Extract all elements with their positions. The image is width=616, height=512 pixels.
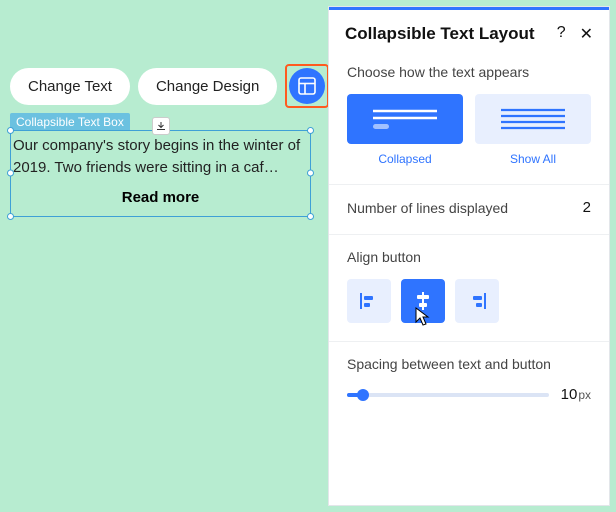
layout-button-highlight <box>285 64 329 108</box>
align-right-option[interactable] <box>455 279 499 323</box>
align-center-option[interactable] <box>401 279 445 323</box>
resize-handle[interactable] <box>7 213 14 220</box>
help-button[interactable]: ? <box>557 24 566 44</box>
element-toolbar: Change Text Change Design <box>10 64 363 108</box>
widget-body-text: Our company's story begins in the winter… <box>11 135 310 179</box>
align-left-icon <box>357 289 381 313</box>
collapsed-option[interactable] <box>347 94 463 144</box>
slider-thumb[interactable] <box>357 389 369 401</box>
resize-handle[interactable] <box>307 170 314 177</box>
read-more-button[interactable]: Read more <box>11 189 310 206</box>
change-text-button[interactable]: Change Text <box>10 68 130 105</box>
editor-canvas: Change Text Change Design Collapsible Te… <box>0 0 616 512</box>
align-left-option[interactable] <box>347 279 391 323</box>
collapsed-preview-icon <box>365 104 445 134</box>
close-button[interactable]: ✕ <box>580 24 593 44</box>
align-right-icon <box>465 289 489 313</box>
spacing-slider[interactable] <box>347 393 549 397</box>
align-label: Align button <box>347 249 591 265</box>
collapsible-text-widget[interactable]: Our company's story begins in the winter… <box>10 130 311 217</box>
collapsed-caption: Collapsed <box>347 152 463 166</box>
spacing-section: Spacing between text and button 10px <box>329 341 609 421</box>
widget-type-label: Collapsible Text Box <box>10 113 130 131</box>
appearance-section: Choose how the text appears <box>329 58 609 184</box>
download-icon[interactable] <box>152 117 170 135</box>
spacing-value[interactable]: 10px <box>561 386 591 403</box>
resize-handle[interactable] <box>307 127 314 134</box>
lines-label: Number of lines displayed <box>347 200 508 216</box>
align-section: Align button <box>329 234 609 341</box>
lines-value[interactable]: 2 <box>583 199 591 216</box>
show-all-option[interactable] <box>475 94 591 144</box>
resize-handle[interactable] <box>7 127 14 134</box>
show-all-caption: Show All <box>475 152 591 166</box>
align-center-icon <box>411 289 435 313</box>
layout-settings-panel: Collapsible Text Layout ? ✕ Choose how t… <box>328 6 610 506</box>
panel-title: Collapsible Text Layout <box>345 24 535 44</box>
spacing-label: Spacing between text and button <box>347 356 591 372</box>
panel-header: Collapsible Text Layout ? ✕ <box>329 10 609 58</box>
change-design-button[interactable]: Change Design <box>138 68 277 105</box>
resize-handle[interactable] <box>307 213 314 220</box>
layout-button[interactable] <box>289 68 325 104</box>
layout-icon <box>298 77 316 95</box>
appearance-label: Choose how the text appears <box>347 64 591 80</box>
showall-preview-icon <box>493 104 573 134</box>
lines-section: Number of lines displayed 2 <box>329 184 609 234</box>
resize-handle[interactable] <box>7 170 14 177</box>
